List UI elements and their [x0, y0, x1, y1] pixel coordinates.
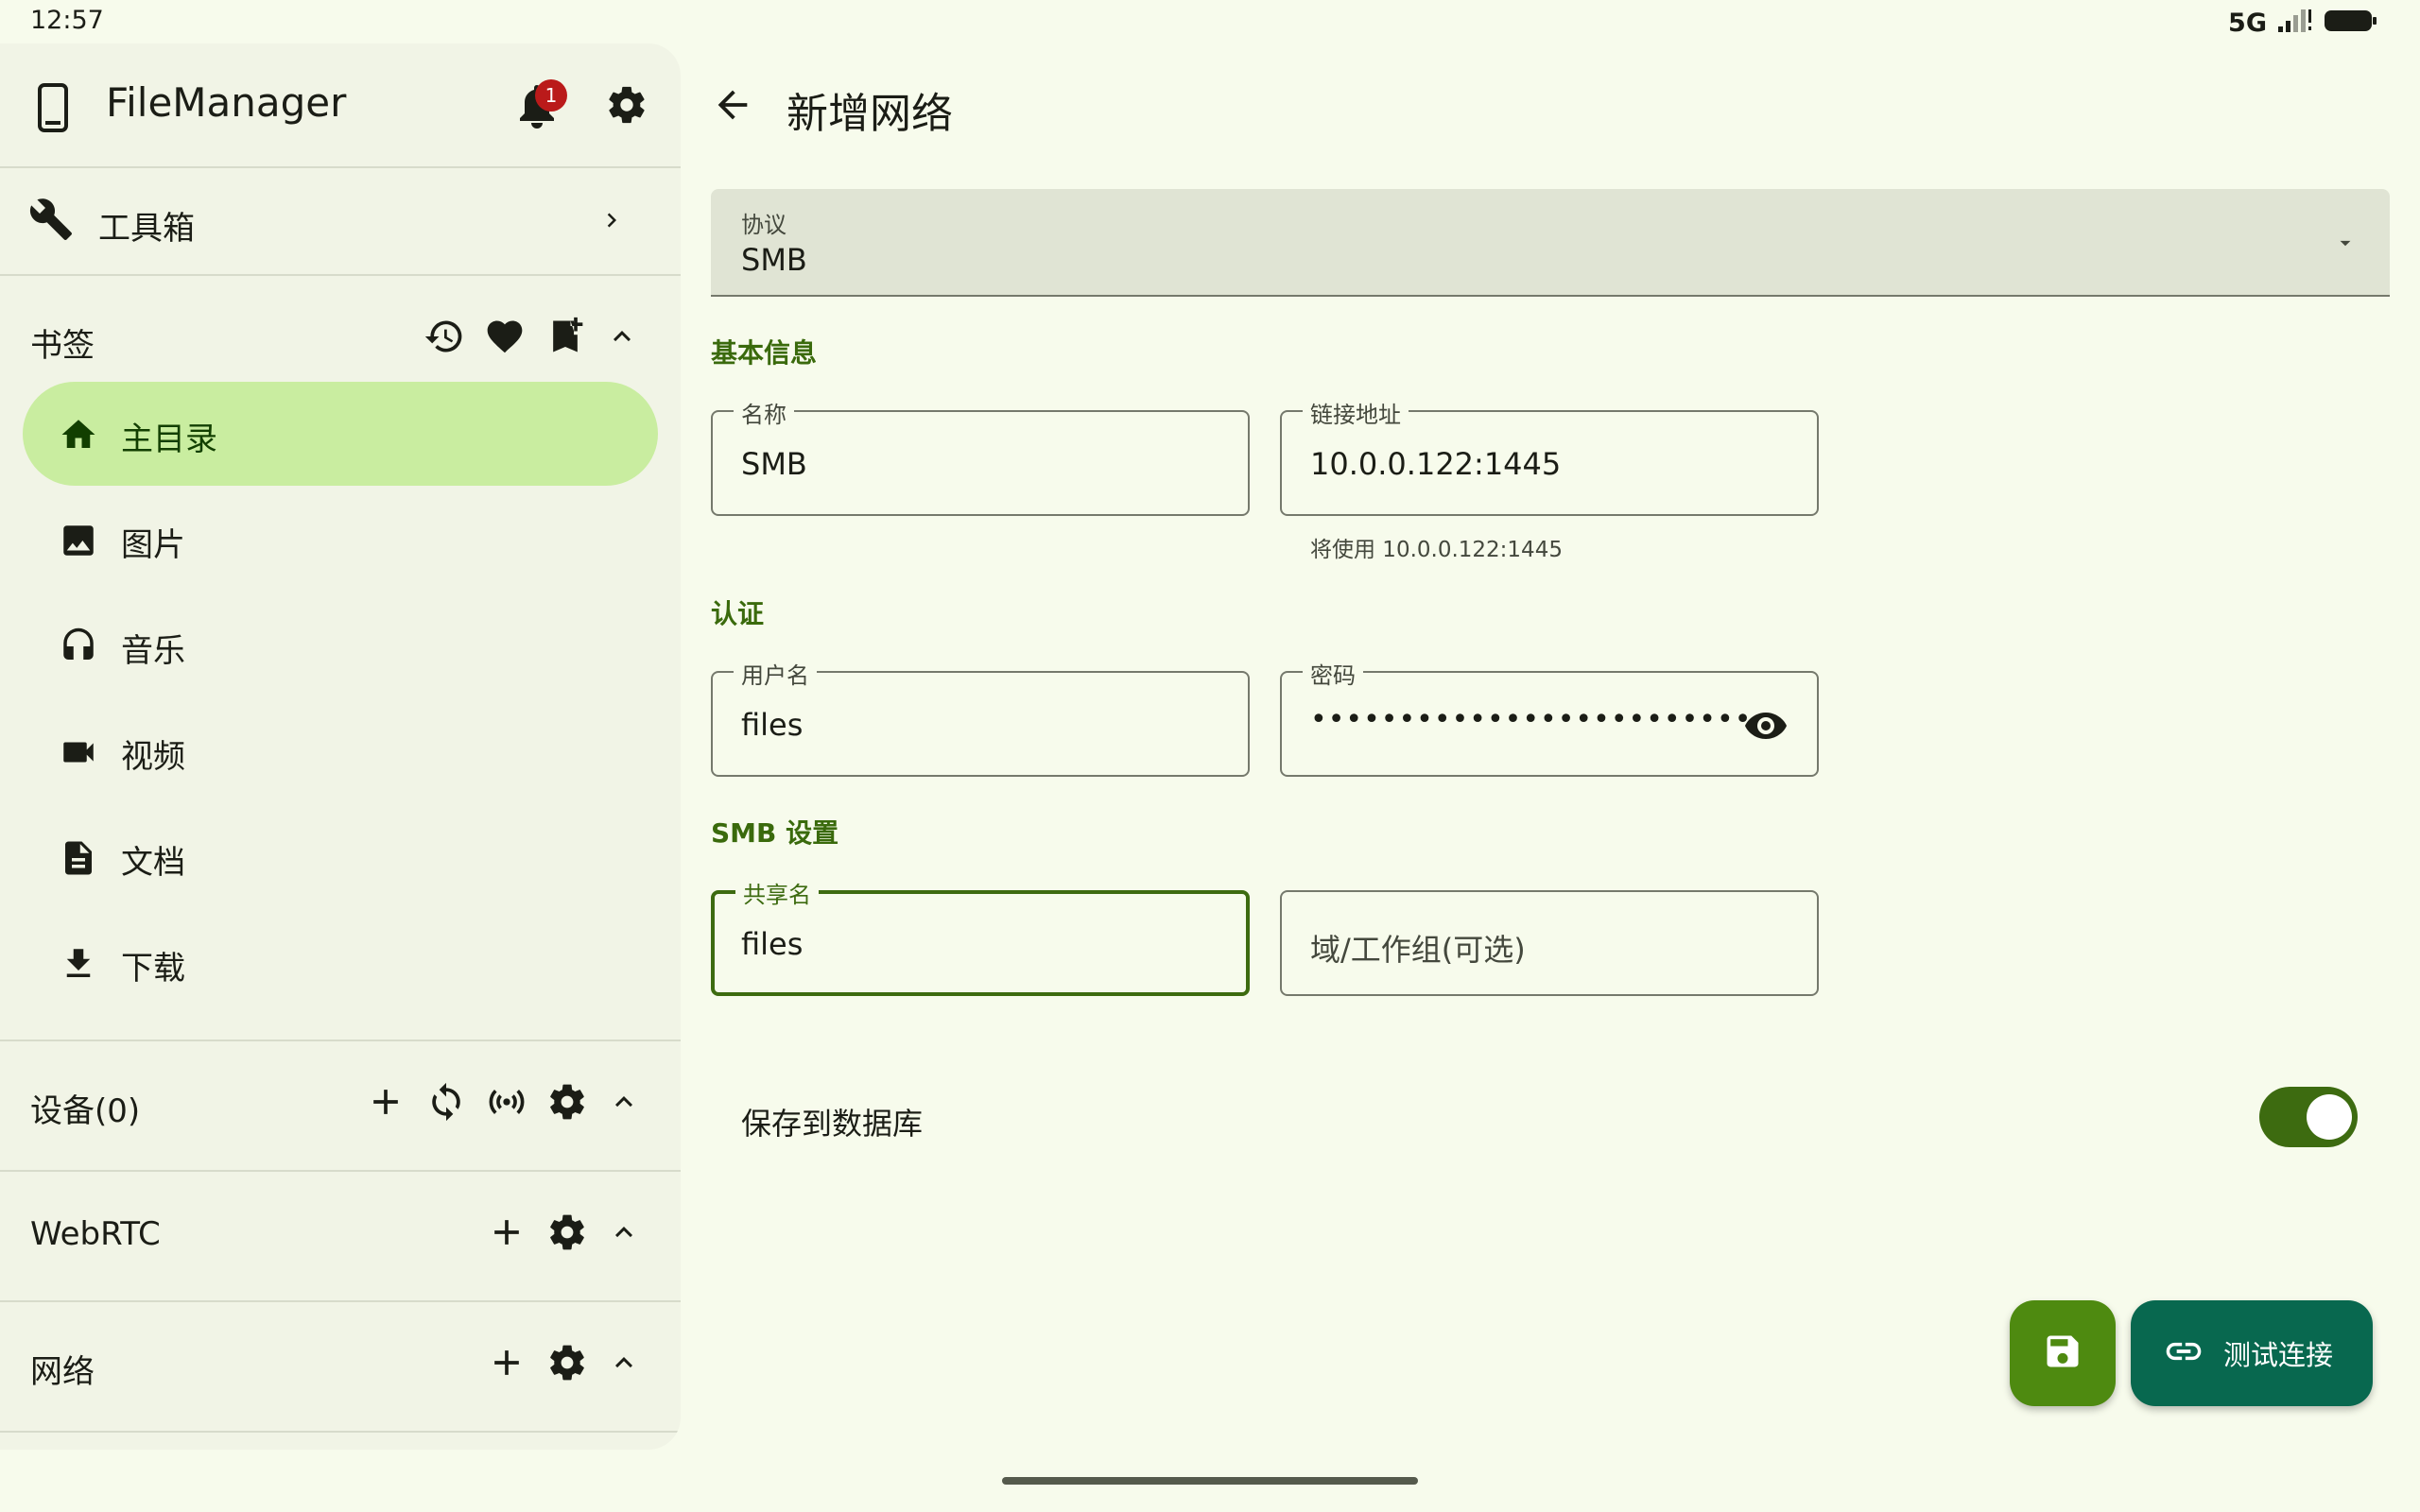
devices-title: 设备(0) — [30, 1092, 141, 1130]
bookmarks-title: 书签 — [30, 327, 95, 365]
drawer-divider — [0, 1300, 681, 1302]
status-icons: 5G — [2228, 8, 2378, 38]
signal-icon — [2276, 8, 2314, 38]
chevron-up-icon[interactable] — [605, 319, 639, 357]
status-time: 12:57 — [30, 6, 104, 35]
heart-icon[interactable] — [484, 316, 526, 361]
network-type: 5G — [2228, 8, 2267, 38]
save-to-db-label: 保存到数据库 — [741, 1106, 924, 1142]
home-icon — [59, 415, 98, 458]
bookmarks-actions — [424, 316, 639, 361]
chevron-right-icon — [597, 204, 626, 240]
chevron-up-icon[interactable] — [607, 1346, 641, 1383]
share-name-field-label: 共享名 — [735, 876, 819, 909]
app-title: FileManager — [106, 79, 347, 126]
status-bar: 12:57 5G — [0, 0, 2420, 43]
dropdown-arrow-icon — [2333, 231, 2358, 259]
share-name-field[interactable]: 共享名 files — [711, 876, 1250, 996]
drawer-divider — [0, 1431, 681, 1433]
bookmark-label: 音乐 — [121, 632, 185, 670]
address-field-label: 链接地址 — [1303, 396, 1409, 429]
settings-gear-icon[interactable] — [605, 83, 648, 130]
network-actions — [486, 1342, 641, 1387]
bookmark-label: 下载 — [121, 950, 185, 988]
settings-gear-icon[interactable] — [546, 1081, 588, 1126]
domain-field[interactable]: 域/工作组(可选) — [1280, 890, 1819, 996]
password-field[interactable]: 密码 ••••••••••••••••••••••••• — [1280, 657, 1819, 777]
auth-title: 认证 — [711, 598, 765, 629]
download-icon — [59, 944, 98, 988]
home-indicator[interactable] — [1002, 1477, 1418, 1485]
settings-gear-icon[interactable] — [546, 1211, 588, 1257]
protocol-value: SMB — [741, 242, 807, 278]
bookmark-item-home[interactable]: 主目录 — [23, 382, 658, 486]
password-field-label: 密码 — [1303, 657, 1363, 690]
bookmark-item-images[interactable]: 图片 — [23, 488, 658, 592]
name-field[interactable]: 名称 SMB — [711, 396, 1250, 516]
bookmark-label: 文档 — [121, 844, 185, 882]
chevron-up-icon[interactable] — [607, 1215, 641, 1253]
password-field-value: ••••••••••••••••••••••••• — [1310, 703, 1753, 736]
bookmark-item-documents[interactable]: 文档 — [23, 805, 658, 909]
broadcast-icon[interactable] — [486, 1081, 527, 1126]
navigation-drawer: FileManager 1 工具箱 书签 主目录 图片 音乐 视频 文档 下载 … — [0, 43, 681, 1450]
save-to-db-switch[interactable] — [2259, 1087, 2358, 1147]
test-connection-label: 测试连接 — [2223, 1339, 2334, 1371]
toolbox-row[interactable]: 工具箱 — [0, 168, 681, 274]
chevron-up-icon[interactable] — [607, 1085, 641, 1123]
basic-info-title: 基本信息 — [711, 337, 818, 369]
bookmark-label: 图片 — [121, 526, 185, 564]
image-icon — [59, 521, 98, 564]
smb-settings-title: SMB 设置 — [711, 817, 839, 849]
protocol-dropdown[interactable]: 协议 SMB — [711, 189, 2390, 297]
bookmark-label: 主目录 — [121, 421, 217, 458]
save-button[interactable] — [2010, 1300, 2116, 1406]
sync-icon[interactable] — [425, 1081, 467, 1126]
bookmark-item-downloads[interactable]: 下载 — [23, 911, 658, 1015]
share-name-field-value: files — [741, 926, 804, 962]
drawer-divider — [0, 1170, 681, 1172]
wrench-icon — [28, 197, 74, 246]
floppy-disk-icon — [2042, 1331, 2083, 1376]
link-icon — [2163, 1331, 2204, 1376]
drawer-divider — [0, 274, 681, 276]
switch-thumb — [2307, 1094, 2352, 1140]
domain-field-placeholder: 域/工作组(可选) — [1310, 932, 1526, 968]
devices-actions — [365, 1081, 641, 1126]
settings-gear-icon[interactable] — [546, 1342, 588, 1387]
eye-icon[interactable] — [1743, 707, 1789, 748]
bookmark-item-videos[interactable]: 视频 — [23, 699, 658, 803]
drawer-divider — [0, 1040, 681, 1041]
address-field[interactable]: 链接地址 10.0.0.122:1445 — [1280, 396, 1819, 516]
back-arrow-icon[interactable] — [711, 83, 754, 130]
name-field-value: SMB — [741, 446, 807, 482]
bookmark-item-music[interactable]: 音乐 — [23, 593, 658, 697]
add-icon[interactable] — [486, 1342, 527, 1387]
add-icon[interactable] — [486, 1211, 527, 1257]
address-helper-text: 将使用 10.0.0.122:1445 — [1310, 538, 1563, 562]
drawer-header: FileManager 1 — [0, 43, 681, 166]
history-icon[interactable] — [424, 316, 465, 361]
document-icon — [59, 838, 98, 882]
username-field-label: 用户名 — [734, 657, 817, 690]
bookmark-label: 视频 — [121, 738, 185, 776]
bookmark-add-icon[interactable] — [544, 316, 586, 361]
video-camera-icon — [59, 732, 98, 776]
name-field-label: 名称 — [734, 396, 794, 429]
test-connection-button[interactable]: 测试连接 — [2131, 1300, 2373, 1406]
add-icon[interactable] — [365, 1081, 406, 1126]
webrtc-actions — [486, 1211, 641, 1257]
network-title: 网络 — [30, 1353, 95, 1391]
toolbox-label: 工具箱 — [98, 210, 195, 248]
headphones-icon — [59, 627, 98, 670]
username-field[interactable]: 用户名 files — [711, 657, 1250, 777]
webrtc-title: WebRTC — [30, 1215, 161, 1253]
battery-icon — [2324, 8, 2378, 38]
address-field-value: 10.0.0.122:1445 — [1310, 446, 1562, 482]
protocol-label: 协议 — [741, 212, 786, 238]
phone-icon — [36, 83, 70, 136]
username-field-value: files — [741, 707, 804, 743]
page-title: 新增网络 — [786, 90, 953, 138]
notification-badge: 1 — [535, 79, 567, 112]
